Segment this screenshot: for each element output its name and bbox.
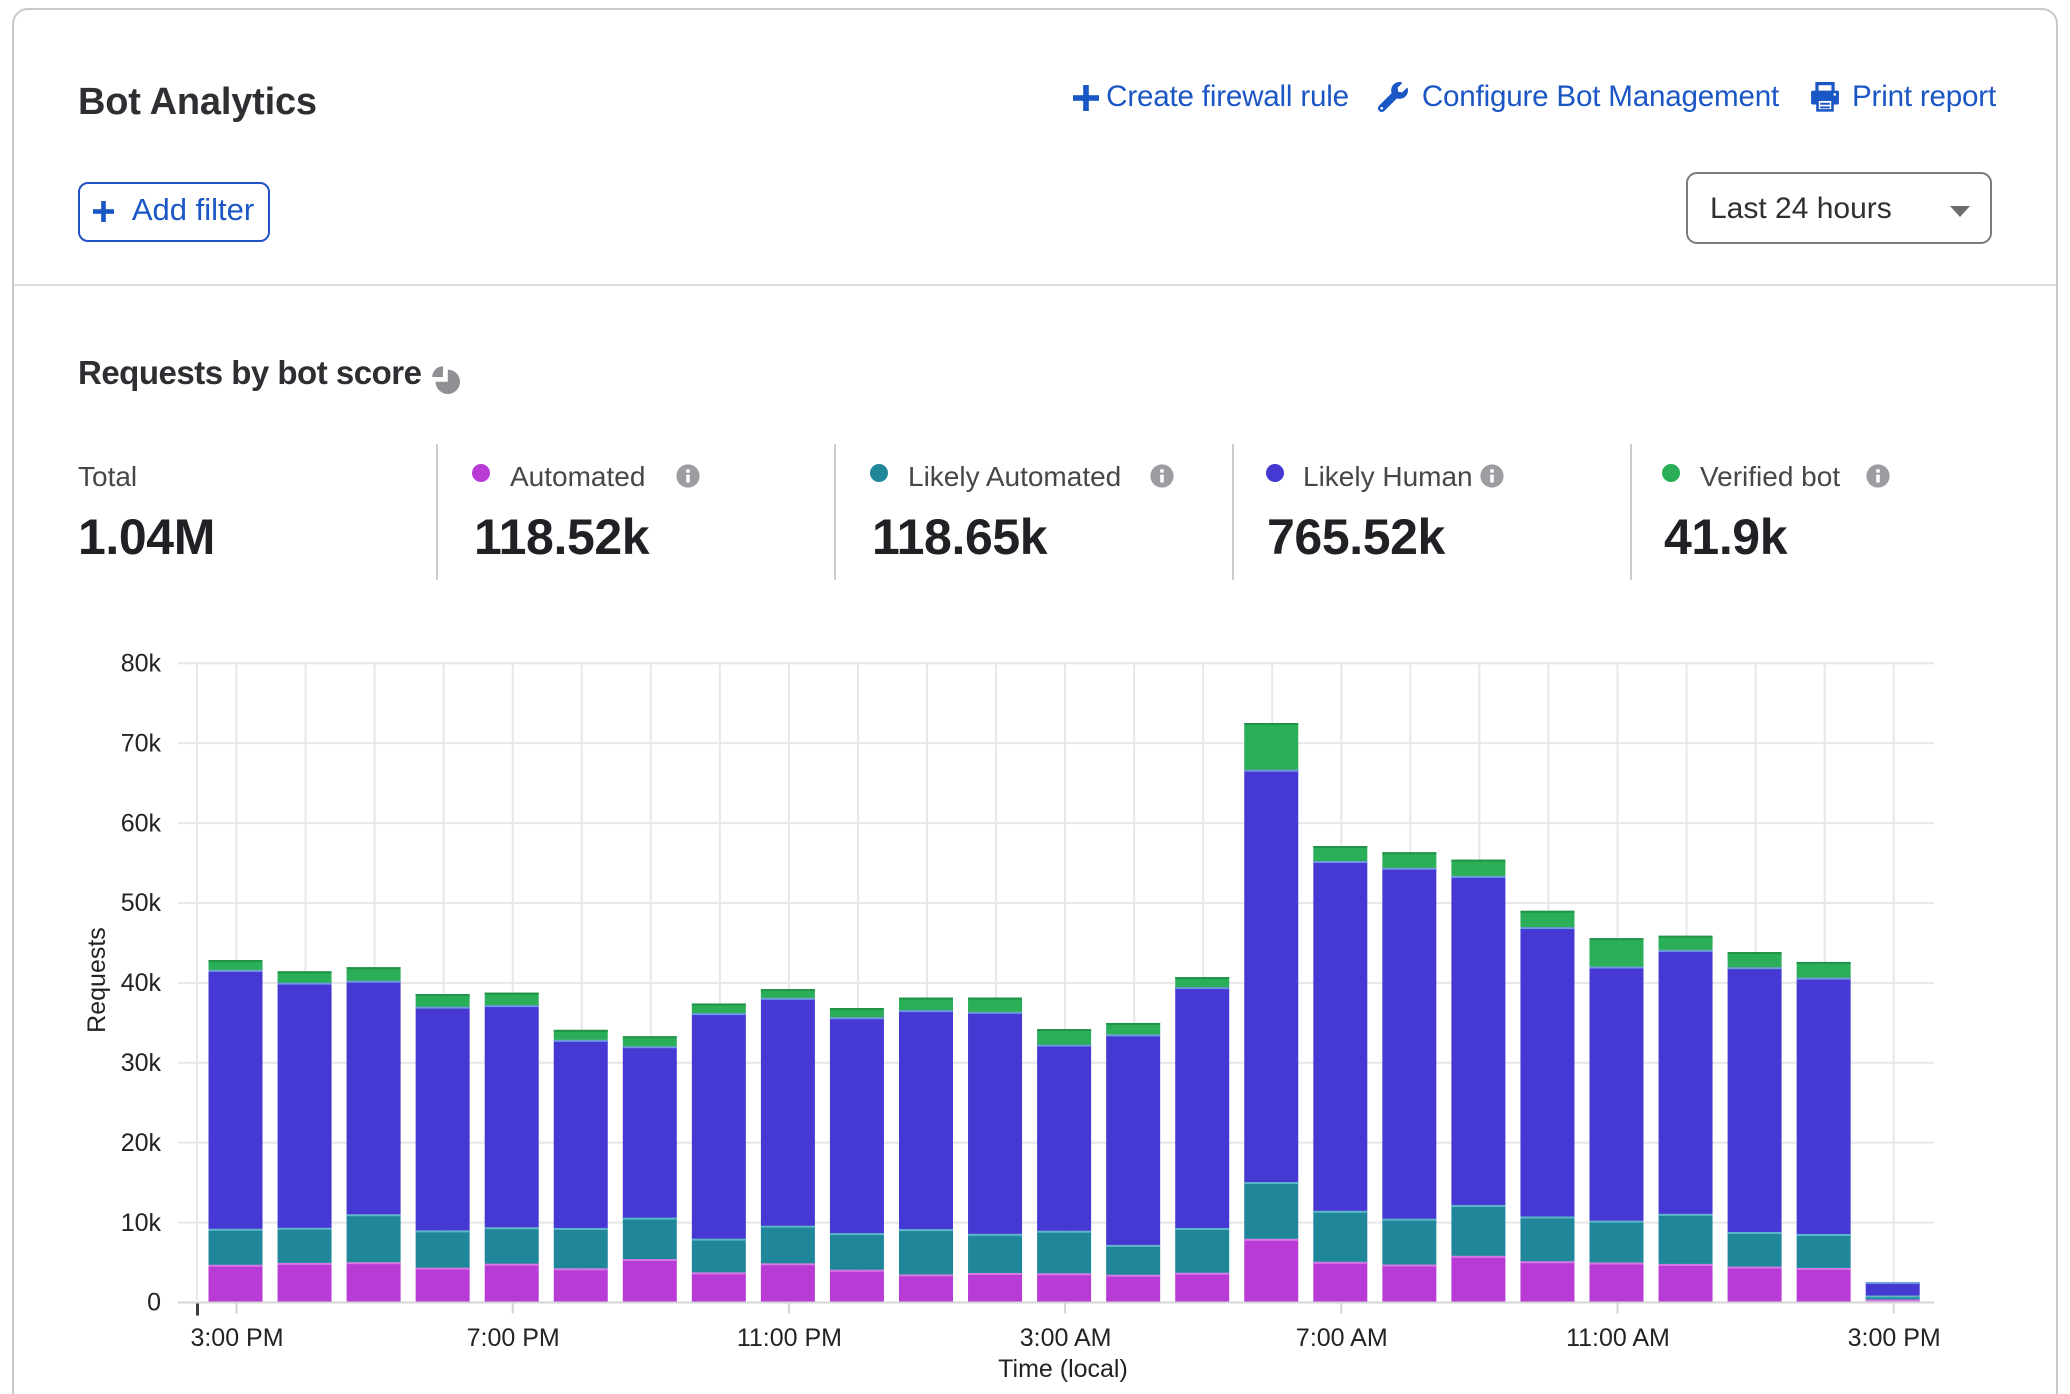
svg-text:Time (local): Time (local): [998, 1355, 1128, 1383]
svg-text:70k: 70k: [121, 729, 162, 757]
svg-text:3:00 AM: 3:00 AM: [1020, 1324, 1112, 1352]
svg-text:Requests: Requests: [83, 927, 111, 1033]
svg-text:3:00 PM: 3:00 PM: [1848, 1324, 1941, 1352]
svg-text:11:00 PM: 11:00 PM: [737, 1324, 842, 1352]
svg-text:11:00 AM: 11:00 AM: [1566, 1324, 1670, 1352]
svg-text:20k: 20k: [121, 1129, 162, 1157]
svg-text:3:00 PM: 3:00 PM: [190, 1324, 283, 1352]
svg-text:50k: 50k: [121, 889, 162, 917]
svg-text:30k: 30k: [121, 1049, 162, 1077]
svg-text:40k: 40k: [121, 969, 162, 997]
svg-text:60k: 60k: [121, 809, 162, 837]
svg-text:7:00 AM: 7:00 AM: [1296, 1324, 1388, 1352]
svg-text:0: 0: [147, 1289, 161, 1317]
svg-text:7:00 PM: 7:00 PM: [467, 1324, 560, 1352]
svg-text:80k: 80k: [121, 650, 162, 678]
svg-text:10k: 10k: [121, 1209, 162, 1237]
